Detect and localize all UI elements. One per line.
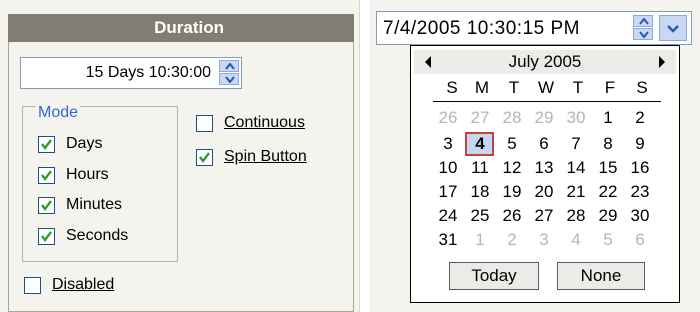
calendar-day[interactable]: 1	[593, 108, 623, 128]
calendar-day[interactable]: 9	[625, 134, 655, 154]
calendar-dropdown-button[interactable]	[659, 15, 687, 41]
calendar-day[interactable]: 11	[465, 158, 495, 178]
continuous-checkbox[interactable]	[196, 115, 213, 132]
weekday-header: T	[572, 78, 584, 97]
hours-checkbox[interactable]	[38, 167, 55, 184]
datetime-value[interactable]: 7/4/2005 10:30:15 PM	[383, 18, 580, 40]
spin-up-button[interactable]	[219, 60, 239, 72]
datetime-spinner[interactable]	[633, 15, 655, 41]
duration-spinner[interactable]	[219, 60, 239, 86]
chevron-up-icon	[225, 63, 235, 70]
disabled-checkbox[interactable]	[24, 277, 41, 294]
calendar-day[interactable]: 21	[561, 182, 591, 202]
calendar-day[interactable]: 22	[593, 182, 623, 202]
weekday-header: T	[508, 78, 520, 97]
weekday-header: F	[604, 78, 616, 97]
none-button[interactable]: None	[557, 262, 645, 290]
days-label: Days	[66, 135, 103, 152]
calendar-day[interactable]: 28	[497, 108, 527, 128]
calendar-day[interactable]: 5	[497, 134, 527, 154]
check-icon	[41, 200, 52, 211]
calendar-day[interactable]: 29	[593, 206, 623, 226]
spin-down-button[interactable]	[633, 28, 653, 40]
check-icon	[199, 152, 210, 163]
calendar-day[interactable]: 18	[465, 182, 495, 202]
calendar-day[interactable]: 19	[497, 182, 527, 202]
hours-label: Hours	[66, 166, 109, 183]
check-icon	[41, 170, 52, 181]
calendar-popup: July 2005 S M T W T F S 26 27 28 29 30 1…	[410, 45, 680, 303]
calendar-day[interactable]: 12	[497, 158, 527, 178]
weekday-divider	[433, 101, 661, 102]
calendar-day[interactable]: 13	[529, 158, 559, 178]
seconds-checkbox[interactable]	[38, 228, 55, 245]
spin-button-checkbox[interactable]	[196, 149, 213, 166]
spin-up-button[interactable]	[633, 15, 653, 27]
continuous-label: Continuous	[224, 114, 305, 131]
calendar-day[interactable]: 3	[529, 230, 559, 250]
calendar-day[interactable]: 27	[465, 108, 495, 128]
calendar-day[interactable]: 8	[593, 134, 623, 154]
calendar-day[interactable]: 28	[561, 206, 591, 226]
weekday-header: W	[537, 78, 555, 97]
calendar-day[interactable]: 17	[433, 182, 463, 202]
calendar-day[interactable]: 1	[465, 230, 495, 250]
calendar-day[interactable]: 20	[529, 182, 559, 202]
next-month-icon[interactable]	[658, 56, 666, 68]
calendar-day[interactable]: 26	[433, 108, 463, 128]
seconds-label: Seconds	[66, 227, 129, 244]
spin-down-button[interactable]	[219, 73, 239, 85]
calendar-day[interactable]: 31	[433, 230, 463, 250]
calendar-day[interactable]: 3	[433, 134, 463, 154]
weekday-header: M	[474, 78, 490, 97]
minutes-label: Minutes	[66, 196, 123, 213]
chevron-down-icon	[639, 31, 649, 38]
calendar-day[interactable]: 14	[561, 158, 591, 178]
calendar-day[interactable]: 15	[593, 158, 623, 178]
datetime-input[interactable]: 7/4/2005 10:30:15 PM	[376, 11, 692, 45]
calendar-day[interactable]: 24	[433, 206, 463, 226]
weekday-header: S	[636, 78, 648, 97]
calendar-day[interactable]: 16	[625, 158, 655, 178]
calendar-day[interactable]: 26	[497, 206, 527, 226]
calendar-day[interactable]: 25	[465, 206, 495, 226]
weekday-header: S	[446, 78, 458, 97]
calendar-day[interactable]: 2	[625, 108, 655, 128]
calendar-day[interactable]: 30	[561, 108, 591, 128]
calendar-header: July 2005	[414, 50, 676, 74]
calendar-day[interactable]: 23	[625, 182, 655, 202]
calendar-day[interactable]: 4	[561, 230, 591, 250]
duration-spin-input[interactable]: 15 Days 10:30:00	[20, 57, 242, 89]
today-button[interactable]: Today	[449, 262, 539, 290]
calendar-day[interactable]: 10	[433, 158, 463, 178]
calendar-day[interactable]: 30	[625, 206, 655, 226]
calendar-day-selected[interactable]: 4	[465, 134, 495, 154]
calendar-day[interactable]: 2	[497, 230, 527, 250]
check-icon	[41, 139, 52, 150]
days-checkbox[interactable]	[38, 136, 55, 153]
minutes-checkbox[interactable]	[38, 197, 55, 214]
calendar-day[interactable]: 6	[529, 134, 559, 154]
check-icon	[41, 231, 52, 242]
chevron-down-icon	[667, 25, 679, 33]
calendar-day[interactable]: 5	[593, 230, 623, 250]
duration-header: Duration	[8, 14, 354, 42]
mode-legend: Mode	[36, 104, 81, 122]
month-title[interactable]: July 2005	[414, 52, 676, 72]
chevron-down-icon	[225, 76, 235, 83]
calendar-day[interactable]: 29	[529, 108, 559, 128]
calendar-day[interactable]: 7	[561, 134, 591, 154]
panel-separator	[360, 0, 370, 312]
calendar-day[interactable]: 27	[529, 206, 559, 226]
disabled-label: Disabled	[52, 276, 115, 293]
spin-button-label: Spin Button	[224, 148, 307, 165]
duration-value[interactable]: 15 Days 10:30:00	[86, 64, 211, 82]
calendar-day[interactable]: 6	[625, 230, 655, 250]
chevron-up-icon	[639, 18, 649, 25]
